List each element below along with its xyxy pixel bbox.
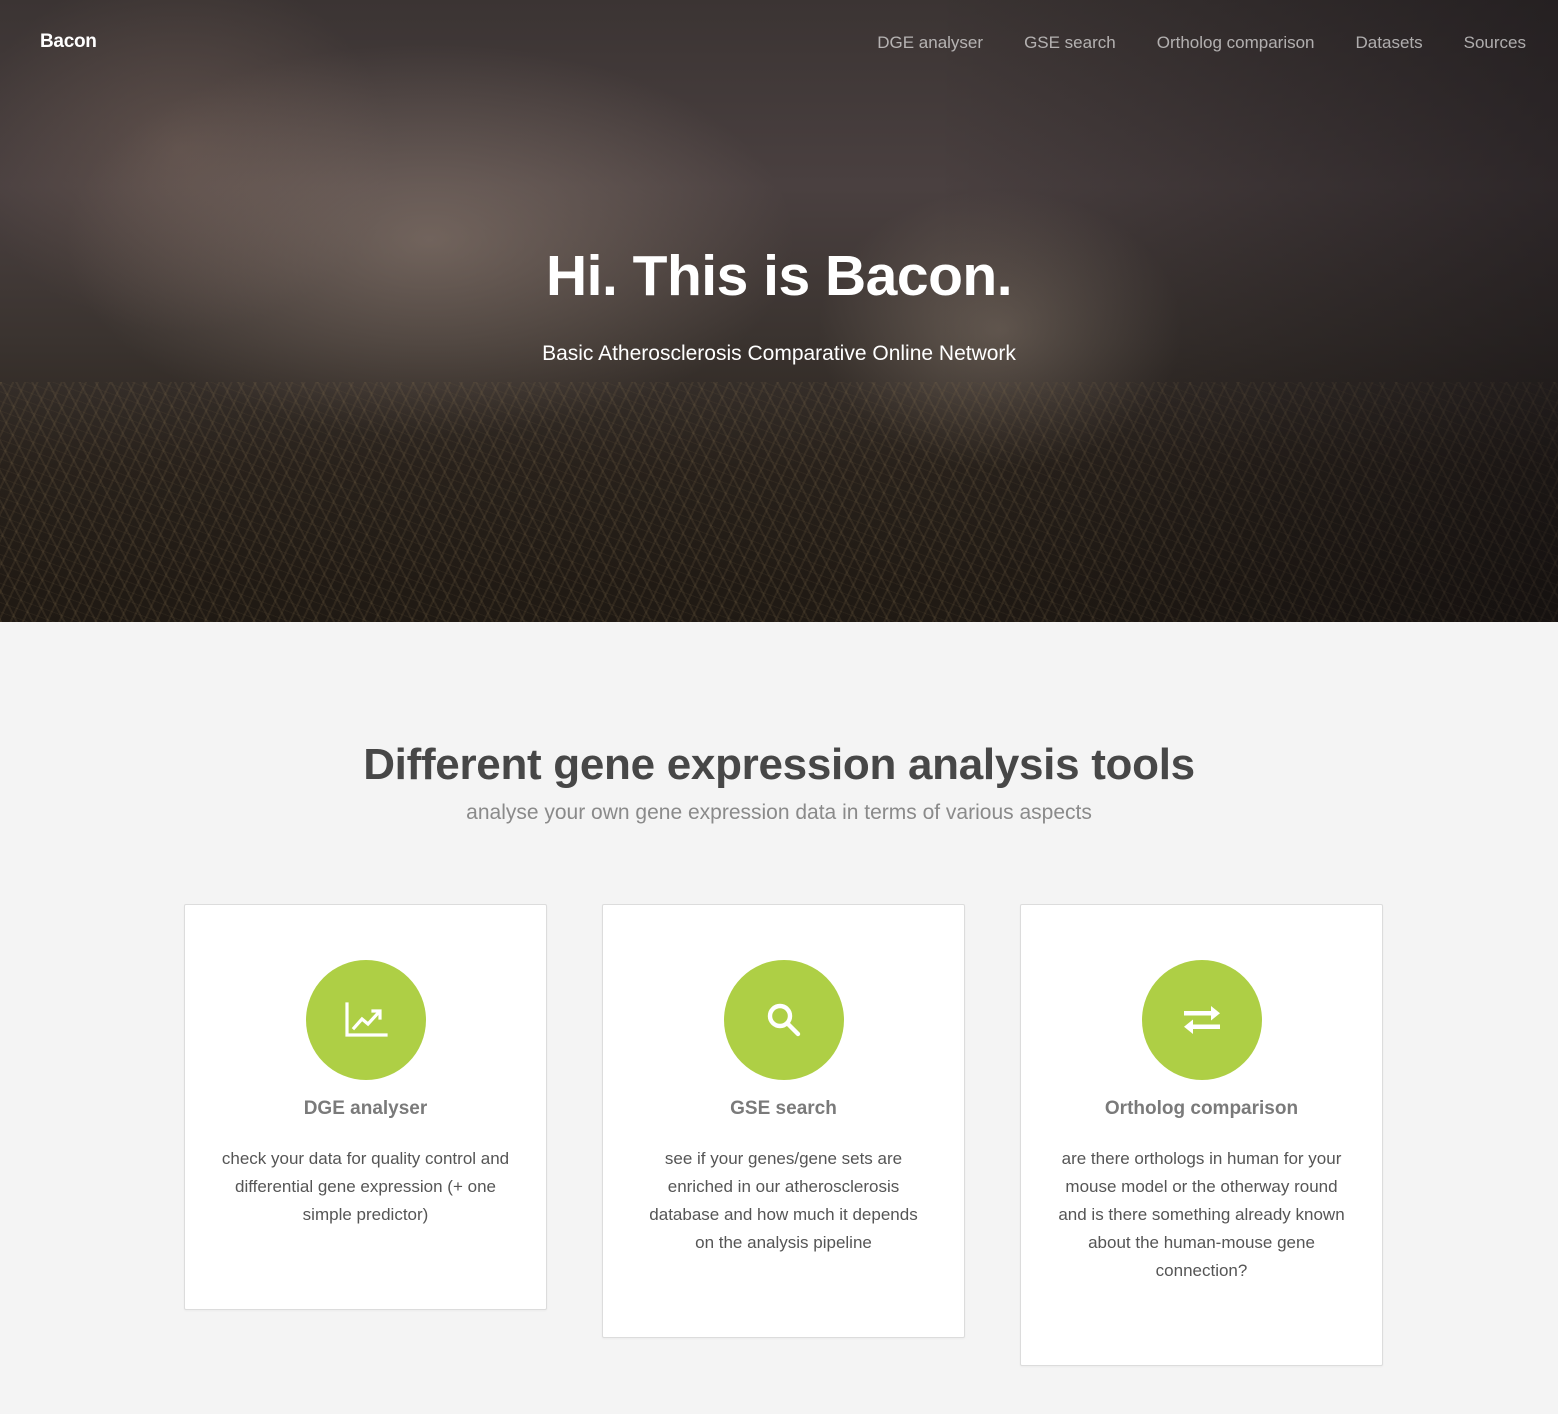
brand-logo[interactable]: Bacon (40, 31, 97, 53)
card-title: GSE search (730, 1098, 837, 1119)
search-icon[interactable] (724, 960, 844, 1080)
line-chart-icon[interactable] (306, 960, 426, 1080)
nav-link-datasets[interactable]: Datasets (1356, 33, 1423, 53)
exchange-arrows-icon[interactable] (1142, 960, 1262, 1080)
top-navbar: Bacon DGE analyser GSE search Ortholog c… (0, 0, 1558, 86)
tool-card-dge-analyser[interactable]: DGE analyser check your data for quality… (184, 904, 547, 1310)
nav-link-sources[interactable]: Sources (1464, 33, 1526, 53)
hero-banner: Bacon DGE analyser GSE search Ortholog c… (0, 0, 1558, 622)
card-description: check your data for quality control and … (221, 1149, 510, 1224)
hero-title: Hi. This is Bacon. (545, 244, 1013, 308)
nav-links: DGE analyser GSE search Ortholog compari… (877, 33, 1526, 53)
hero-subtitle: Basic Atherosclerosis Comparative Online… (542, 342, 1016, 365)
card-description: are there orthologs in human for your mo… (1058, 1149, 1345, 1280)
nav-link-gse-search[interactable]: GSE search (1024, 33, 1116, 53)
nav-link-ortholog-comparison[interactable]: Ortholog comparison (1157, 33, 1315, 53)
tool-card-gse-search[interactable]: GSE search see if your genes/gene sets a… (602, 904, 965, 1338)
tool-card-ortholog-comparison[interactable]: Ortholog comparison are there orthologs … (1020, 904, 1383, 1366)
section-title: Different gene expression analysis tools (363, 740, 1195, 789)
card-title: Ortholog comparison (1104, 1098, 1299, 1119)
card-title: DGE analyser (303, 1098, 428, 1119)
card-description: see if your genes/gene sets are enriched… (649, 1149, 918, 1252)
section-subtitle: analyse your own gene expression data in… (466, 801, 1092, 824)
nav-link-dge-analyser[interactable]: DGE analyser (877, 33, 983, 53)
